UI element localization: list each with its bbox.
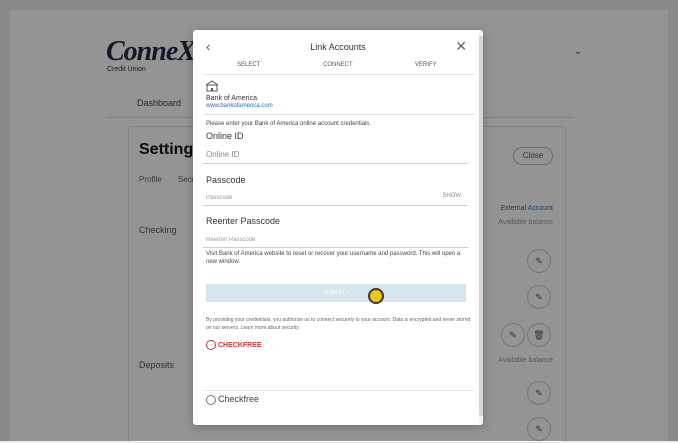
- show-passcode-toggle[interactable]: SHOW: [442, 193, 461, 199]
- step-indicator: SELECT CONNECT VERIFY: [193, 62, 483, 74]
- reenter-passcode-input[interactable]: [203, 229, 468, 248]
- submit-button[interactable]: SUBMIT ›: [206, 284, 466, 302]
- online-id-label: Online ID: [206, 131, 244, 141]
- bank-website-link[interactable]: www.bankofamerica.com: [206, 103, 273, 109]
- fineprint-text: By providing your credentials, you autho…: [206, 317, 471, 331]
- scrollbar-thumb[interactable]: [479, 36, 483, 416]
- partner-logo-text: CHECKFREE: [218, 341, 262, 349]
- step-connect: CONNECT: [323, 62, 353, 68]
- step-divider: [203, 74, 475, 75]
- bank-icon: [205, 80, 219, 92]
- footer-divider: [203, 390, 475, 391]
- passcode-input[interactable]: [203, 187, 468, 206]
- help-note: Visit Bank of America website to reset o…: [206, 251, 461, 266]
- bank-name: Bank of America: [206, 95, 257, 102]
- footer-brand-text: Checkfree: [218, 394, 260, 404]
- divider: [203, 114, 475, 115]
- instruction-text: Please enter your Bank of America online…: [206, 121, 372, 127]
- close-icon[interactable]: ✕: [455, 38, 467, 55]
- partner-logo-icon: [206, 340, 216, 350]
- link-accounts-modal: ‹ Link Accounts ✕ SELECT CONNECT VERIFY …: [193, 30, 483, 425]
- footer-brand: Checkfree: [206, 394, 259, 405]
- online-id-input[interactable]: [203, 145, 468, 164]
- step-select: SELECT: [237, 62, 261, 68]
- step-verify: VERIFY: [415, 62, 437, 68]
- cursor-indicator: [368, 288, 384, 304]
- partner-logo: CHECKFREE: [206, 340, 262, 350]
- reenter-passcode-label: Reenter Passcode: [206, 216, 281, 226]
- scrollbar-track[interactable]: [479, 30, 483, 425]
- passcode-label: Passcode: [206, 175, 246, 185]
- footer-brand-icon: [206, 394, 216, 405]
- modal-title: Link Accounts: [310, 42, 366, 52]
